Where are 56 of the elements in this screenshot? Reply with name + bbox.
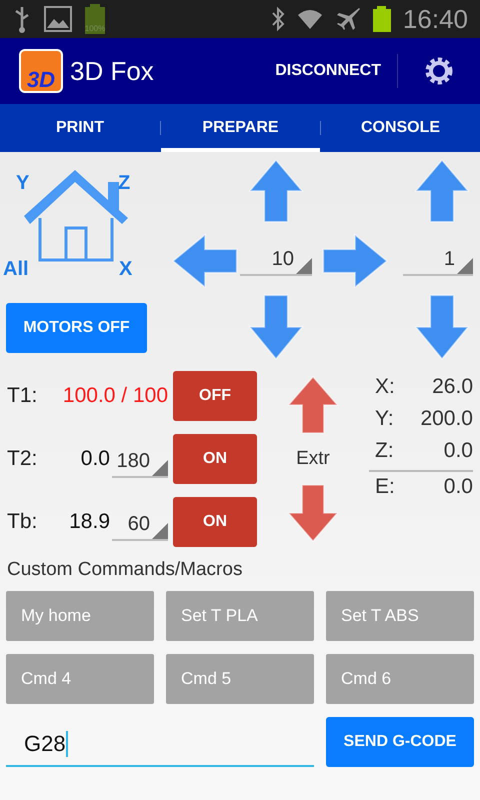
axis-label: X: bbox=[375, 374, 395, 400]
left-arrow[interactable] bbox=[171, 232, 239, 290]
disconnect-button[interactable]: DISCONNECT bbox=[267, 46, 389, 96]
heater-button[interactable]: ON bbox=[173, 497, 257, 547]
axis-label: X bbox=[119, 257, 132, 282]
position-value: 200.0 bbox=[420, 406, 473, 432]
setpoint-select[interactable]: 180 bbox=[112, 448, 168, 478]
tab[interactable]: PRINT bbox=[0, 104, 160, 152]
axis-label: Y: bbox=[375, 406, 394, 432]
tab[interactable]: CONSOLE bbox=[321, 104, 480, 152]
position-value: 26.0 bbox=[432, 374, 473, 400]
extruder-label: Extr bbox=[296, 446, 330, 471]
heater-button[interactable]: OFF bbox=[173, 371, 257, 421]
temperature-reading: 0.0 bbox=[80, 446, 110, 472]
setpoint-select[interactable]: 60 bbox=[112, 511, 168, 541]
heater-label: T1: bbox=[7, 383, 38, 410]
send-gcode-button[interactable]: SEND G-CODE bbox=[326, 716, 474, 766]
wifi-icon bbox=[296, 7, 323, 31]
step-select[interactable]: 1 bbox=[403, 246, 473, 276]
heater-label: T2: bbox=[7, 446, 38, 472]
axis-label: Z: bbox=[375, 438, 394, 464]
image-icon bbox=[44, 6, 72, 32]
up-arrow[interactable] bbox=[247, 158, 305, 224]
battery-full-icon bbox=[372, 6, 391, 32]
down-arrow[interactable] bbox=[412, 293, 470, 361]
dropdown-corner-icon bbox=[152, 523, 168, 539]
section-title: Custom Commands/Macros bbox=[7, 558, 244, 582]
right-arrow[interactable] bbox=[321, 232, 389, 290]
motors-off-button[interactable]: MOTORS OFF bbox=[6, 303, 147, 353]
gcode-input[interactable]: G28 bbox=[6, 722, 314, 766]
axis-label: Z bbox=[118, 171, 130, 196]
dropdown-corner-icon bbox=[296, 258, 312, 274]
battery-percent: 100% bbox=[84, 25, 106, 33]
step-select[interactable]: 10 bbox=[240, 246, 312, 276]
up-arrow[interactable] bbox=[412, 158, 470, 224]
position-value: 0.0 bbox=[444, 438, 473, 464]
app-logo: 3D bbox=[19, 49, 63, 93]
up-arrow[interactable] bbox=[286, 375, 340, 435]
heater-button[interactable]: ON bbox=[173, 434, 257, 484]
down-arrow[interactable] bbox=[286, 483, 340, 543]
settings-icon[interactable] bbox=[423, 55, 455, 87]
clock: 16:40 bbox=[402, 2, 468, 36]
temperature-reading: 100.0 / 100 bbox=[62, 383, 168, 410]
airplane-icon bbox=[334, 6, 361, 32]
bluetooth-icon bbox=[270, 6, 285, 32]
temperature-reading: 18.9 bbox=[69, 509, 110, 536]
position-value: 0.0 bbox=[444, 474, 473, 500]
axis-label: All bbox=[3, 257, 29, 282]
down-arrow[interactable] bbox=[247, 293, 305, 361]
app-title: 3D Fox bbox=[70, 54, 154, 88]
dropdown-corner-icon bbox=[457, 258, 473, 274]
heater-label: Tb: bbox=[7, 509, 38, 536]
axis-label: Y bbox=[16, 171, 30, 196]
axis-label: E: bbox=[375, 474, 395, 500]
tab[interactable]: PREPARE bbox=[161, 104, 320, 152]
dropdown-corner-icon bbox=[152, 460, 168, 476]
